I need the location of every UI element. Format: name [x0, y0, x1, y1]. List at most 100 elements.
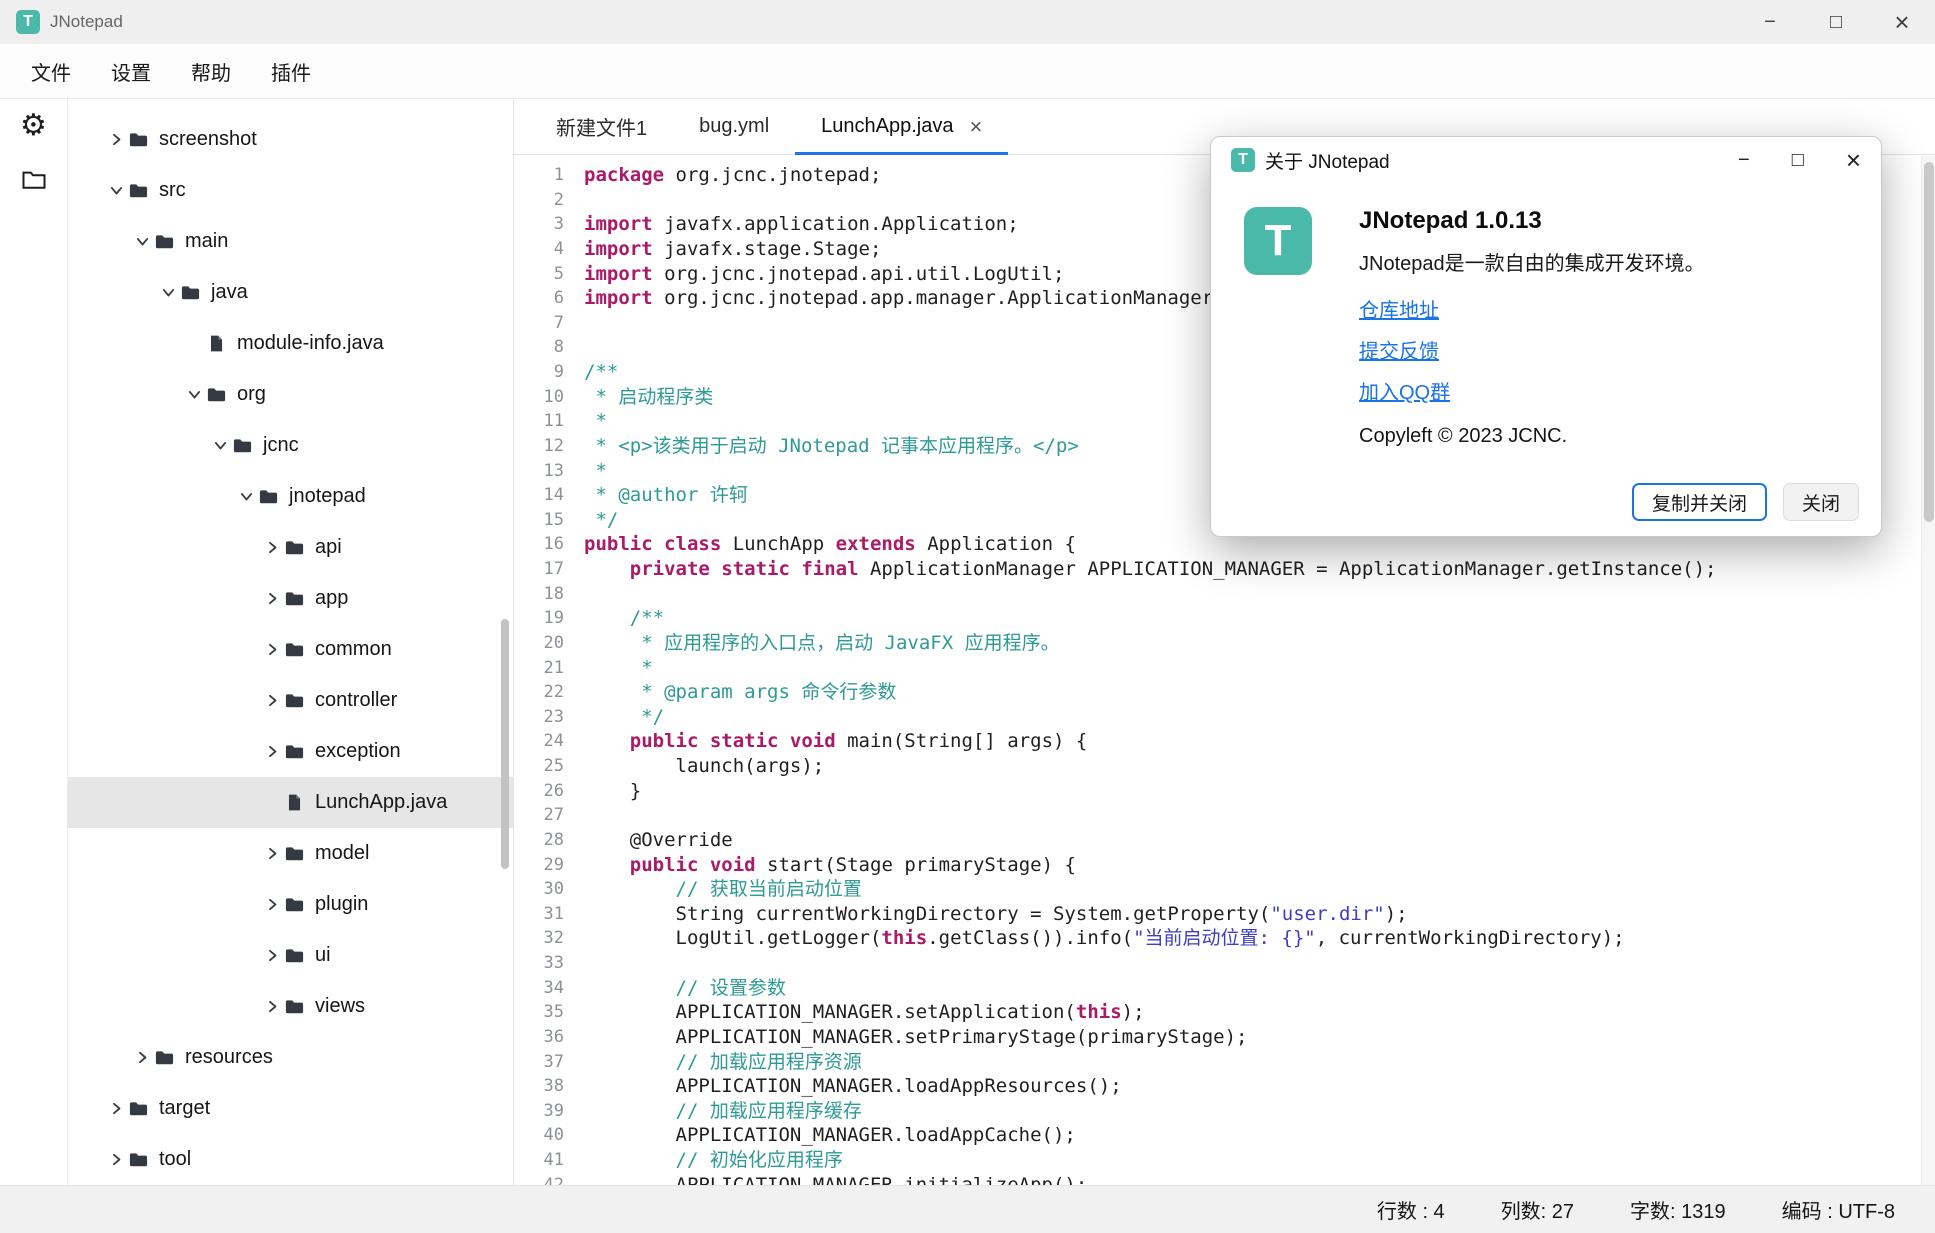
code-line[interactable]: 34 // 设置参数	[514, 976, 1935, 1001]
chevron-right-icon[interactable]	[262, 641, 282, 659]
code-line[interactable]: 32 LogUtil.getLogger(this.getClass()).in…	[514, 926, 1935, 951]
editor-scrollbar-thumb[interactable]	[1924, 162, 1934, 522]
copy-and-close-button[interactable]: 复制并关闭	[1632, 483, 1767, 521]
code-token: APPLICATION_MANAGER.initializeApp();	[584, 1174, 1087, 1185]
tree-item-org[interactable]: org	[68, 369, 513, 420]
dialog-link-2[interactable]: 提交反馈	[1359, 335, 1439, 364]
tree-item-screenshot[interactable]: screenshot	[68, 114, 513, 165]
tree-item-common[interactable]: common	[68, 624, 513, 675]
code-line[interactable]: 29 public void start(Stage primaryStage)…	[514, 853, 1935, 878]
menu-item-3[interactable]: 帮助	[174, 49, 248, 94]
chevron-right-icon[interactable]	[106, 1100, 126, 1118]
chevron-right-icon[interactable]	[262, 998, 282, 1016]
tree-item-model[interactable]: model	[68, 828, 513, 879]
chevron-right-icon[interactable]	[262, 896, 282, 914]
code-line[interactable]: 42 APPLICATION_MANAGER.initializeApp();	[514, 1173, 1935, 1185]
code-line[interactable]: 31 String currentWorkingDirectory = Syst…	[514, 902, 1935, 927]
dialog-link-3[interactable]: 加入QQ群	[1359, 376, 1450, 405]
chevron-right-icon[interactable]	[262, 743, 282, 761]
chevron-down-icon[interactable]	[210, 437, 230, 455]
chevron-right-icon[interactable]	[132, 1049, 152, 1067]
tree-item-app[interactable]: app	[68, 573, 513, 624]
tab-1[interactable]: 新建文件1	[530, 99, 673, 154]
close-button[interactable]: ×	[1869, 0, 1935, 44]
close-icon[interactable]: ×	[969, 116, 982, 138]
minimize-button[interactable]: −	[1737, 0, 1803, 44]
dialog-close-button[interactable]: ×	[1846, 147, 1861, 173]
tree-scrollbar-thumb[interactable]	[501, 619, 509, 869]
chevron-right-icon[interactable]	[106, 131, 126, 149]
code-line[interactable]: 17 private static final ApplicationManag…	[514, 557, 1935, 582]
code-line[interactable]: 23 */	[514, 705, 1935, 730]
code-line[interactable]: 22 * @param args 命令行参数	[514, 680, 1935, 705]
tree-item-partial[interactable]	[68, 99, 513, 114]
code-line[interactable]: 26 }	[514, 779, 1935, 804]
menu-item-1[interactable]: 文件	[14, 49, 88, 94]
tab-3[interactable]: LunchApp.java×	[795, 99, 1008, 154]
tree-item-lunchapp-java[interactable]: LunchApp.java	[68, 777, 513, 828]
tree-item-src[interactable]: src	[68, 165, 513, 216]
settings-gear-icon[interactable]: ⚙	[20, 111, 47, 141]
tree-item-java[interactable]: java	[68, 267, 513, 318]
code-line[interactable]: 36 APPLICATION_MANAGER.setPrimaryStage(p…	[514, 1025, 1935, 1050]
code-line[interactable]: 28 @Override	[514, 828, 1935, 853]
chevron-down-icon[interactable]	[106, 182, 126, 200]
chevron-right-icon[interactable]	[262, 539, 282, 557]
chevron-right-icon[interactable]	[262, 845, 282, 863]
code-token	[584, 730, 630, 752]
code-line[interactable]: 37 // 加载应用程序资源	[514, 1050, 1935, 1075]
code-line[interactable]: 33	[514, 951, 1935, 976]
tree-item-module-info-java[interactable]: module-info.java	[68, 318, 513, 369]
chevron-right-icon[interactable]	[262, 947, 282, 965]
tree-item-plugin[interactable]: plugin	[68, 879, 513, 930]
files-folder-icon[interactable]	[20, 165, 48, 193]
chevron-down-icon[interactable]	[132, 233, 152, 251]
chevron-right-icon[interactable]	[106, 1151, 126, 1169]
tree-item-jnotepad[interactable]: jnotepad	[68, 471, 513, 522]
dialog-maximize-button[interactable]: □	[1792, 150, 1804, 170]
chevron-down-icon[interactable]	[158, 284, 178, 302]
tab-2[interactable]: bug.yml	[673, 99, 795, 154]
line-number: 11	[514, 409, 564, 434]
tree-item-tool[interactable]: tool	[68, 1134, 513, 1185]
code-line[interactable]: 35 APPLICATION_MANAGER.setApplication(th…	[514, 1000, 1935, 1025]
chevron-down-icon[interactable]	[236, 488, 256, 506]
chevron-down-icon[interactable]	[184, 386, 204, 404]
maximize-button[interactable]: □	[1803, 0, 1869, 44]
tree-item-label: ui	[315, 944, 331, 967]
tree-item-api[interactable]: api	[68, 522, 513, 573]
close-dialog-button[interactable]: 关闭	[1783, 483, 1859, 521]
tree-item-controller[interactable]: controller	[68, 675, 513, 726]
code-line[interactable]: 20 * 应用程序的入口点，启动 JavaFX 应用程序。	[514, 631, 1935, 656]
dialog-titlebar[interactable]: T 关于 JNotepad − □ ×	[1211, 137, 1881, 183]
chevron-right-icon[interactable]	[262, 590, 282, 608]
file-tree[interactable]: screenshotsrcmainjavamodule-info.javaorg…	[68, 99, 514, 1185]
tree-item-views[interactable]: views	[68, 981, 513, 1032]
menu-item-2[interactable]: 设置	[94, 49, 168, 94]
editor-scrollbar[interactable]	[1921, 156, 1935, 1185]
code-line[interactable]: 27	[514, 803, 1935, 828]
titlebar[interactable]: T JNotepad − □ ×	[0, 0, 1935, 44]
chevron-right-icon[interactable]	[262, 692, 282, 710]
tree-item-ui[interactable]: ui	[68, 930, 513, 981]
code-line[interactable]: 41 // 初始化应用程序	[514, 1148, 1935, 1173]
tree-item-exception[interactable]: exception	[68, 726, 513, 777]
code-line[interactable]: 18	[514, 582, 1935, 607]
code-token: javafx.stage.Stage;	[653, 238, 882, 260]
tree-item-target[interactable]: target	[68, 1083, 513, 1134]
line-number: 32	[514, 926, 564, 951]
dialog-minimize-button[interactable]: −	[1738, 150, 1750, 170]
code-line[interactable]: 38 APPLICATION_MANAGER.loadAppResources(…	[514, 1074, 1935, 1099]
code-line[interactable]: 21 *	[514, 656, 1935, 681]
code-line[interactable]: 30 // 获取当前启动位置	[514, 877, 1935, 902]
code-line[interactable]: 40 APPLICATION_MANAGER.loadAppCache();	[514, 1123, 1935, 1148]
menu-item-4[interactable]: 插件	[254, 49, 328, 94]
tree-item-main[interactable]: main	[68, 216, 513, 267]
tree-item-resources[interactable]: resources	[68, 1032, 513, 1083]
dialog-link-1[interactable]: 仓库地址	[1359, 294, 1439, 323]
code-line[interactable]: 19 /**	[514, 606, 1935, 631]
code-line[interactable]: 25 launch(args);	[514, 754, 1935, 779]
tree-item-jcnc[interactable]: jcnc	[68, 420, 513, 471]
code-line[interactable]: 24 public static void main(String[] args…	[514, 729, 1935, 754]
code-line[interactable]: 39 // 加载应用程序缓存	[514, 1099, 1935, 1124]
